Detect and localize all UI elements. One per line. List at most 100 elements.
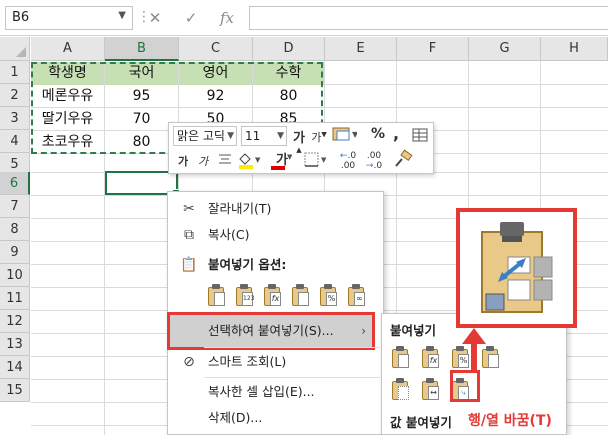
shrink-font-button[interactable]: 가▼ (311, 129, 327, 145)
italic-button[interactable]: 가 (197, 153, 209, 169)
row-header-8[interactable]: 8 (0, 218, 30, 241)
transpose-callout (456, 208, 577, 328)
font-name-value: 맑은 고딕 (177, 129, 225, 143)
paint-bucket-icon: ▼ (239, 153, 261, 169)
menu-item-cut[interactable]: ✂ 잘라내기(T) (168, 196, 385, 222)
font-name-dropdown[interactable]: 맑은 고딕 ▼ (173, 126, 237, 146)
font-size-dropdown[interactable]: 11 ▼ (241, 126, 287, 146)
menu-item-copy[interactable]: ⧉ 복사(C) (168, 222, 385, 248)
submenu-paste-title: 붙여넣기 (390, 323, 437, 338)
menu-item-copy-label: 복사(C) (208, 227, 250, 242)
row-header-11[interactable]: 11 (0, 287, 30, 310)
row-header-10[interactable]: 10 (0, 264, 30, 287)
percent-style-button[interactable]: % (371, 126, 385, 142)
paste-formulas-icon[interactable]: fx (422, 346, 440, 368)
table-icon (412, 128, 428, 142)
scissors-icon: ✂ (183, 201, 195, 217)
insert-function-button[interactable]: fx (216, 7, 238, 29)
row-header-4[interactable]: 4 (0, 130, 30, 153)
bold-button[interactable]: 가 (177, 153, 189, 169)
paste-link-icon[interactable]: ∞ (348, 284, 366, 306)
font-color-button[interactable]: 가 ▼ (269, 149, 295, 171)
paste-column-widths-icon[interactable]: ↔ (422, 378, 440, 400)
chevron-right-icon: › (361, 324, 366, 338)
format-painter-button[interactable] (393, 149, 413, 169)
mini-toolbar: 맑은 고딕 ▼ 11 ▼ 가▲ 가▼ ▼ % , 가 가 ▼ 가 ▼ ▼ ←.0.0… (168, 122, 434, 174)
accounting-format-icon: ▼ (332, 127, 359, 141)
row-header-1[interactable]: 1 (0, 61, 30, 84)
select-all-button[interactable] (0, 37, 30, 61)
accounting-format-button[interactable]: ▼ (331, 125, 359, 145)
align-center-button[interactable] (217, 151, 233, 167)
increase-decimal-hint: .0 (373, 161, 383, 171)
arrow-up-icon (462, 328, 486, 370)
row-header-3[interactable]: 3 (0, 107, 30, 130)
row-header-13[interactable]: 13 (0, 333, 30, 356)
paste-transpose-large-icon (481, 222, 553, 313)
row-header-7[interactable]: 7 (0, 195, 30, 218)
row-header-6[interactable]: 6 (0, 172, 30, 195)
svg-text:▼: ▼ (321, 156, 327, 164)
formula-input[interactable] (249, 6, 608, 30)
paste-transpose-icon[interactable] (292, 284, 310, 306)
paste-formatting-icon[interactable]: % (320, 284, 338, 306)
decrease-decimal-hint: .00 (340, 161, 356, 171)
column-header-f[interactable]: F (397, 37, 469, 61)
paste-formulas-icon[interactable]: fx (264, 284, 282, 306)
cancel-icon[interactable]: ✕ (144, 7, 166, 29)
insert-copied-label: 복사한 셀 삽입(E)... (208, 384, 315, 399)
column-header-a[interactable]: A (31, 37, 105, 61)
row-header-15[interactable]: 15 (0, 379, 30, 402)
increase-decimal-label: .0 (347, 151, 357, 161)
row-header-2[interactable]: 2 (0, 84, 30, 107)
smart-lookup-label: 스마트 조회(L) (208, 354, 287, 369)
column-header-h[interactable]: H (541, 37, 608, 61)
fill-color-button[interactable]: ▼ (237, 150, 263, 170)
menu-item-paste-special[interactable]: 선택하여 붙여넣기(S)... › (167, 312, 375, 350)
column-header-b[interactable]: B (105, 37, 179, 61)
paste-no-borders-icon[interactable] (392, 378, 410, 400)
paste-icon[interactable] (392, 346, 410, 368)
increase-decimal-button[interactable]: ←.0.00 (337, 151, 359, 171)
paste-special-label: 선택하여 붙여넣기(S)... (208, 323, 334, 338)
decrease-decimal-button[interactable]: .00 →.0 (363, 151, 385, 171)
menu-item-paste-options: 📋 붙여넣기 옵션: (168, 252, 385, 278)
search-icon: ⊘ (183, 354, 195, 370)
transpose-highlight (450, 370, 480, 402)
chevron-down-icon[interactable]: ▼ (118, 10, 126, 21)
clipboard-icon: 📋 (180, 257, 198, 273)
row-header-14[interactable]: 14 (0, 356, 30, 379)
border-icon: ▼ (304, 152, 327, 167)
format-table-button[interactable] (411, 126, 429, 144)
paste-values-icon[interactable]: 123 (236, 284, 254, 306)
row-header-9[interactable]: 9 (0, 241, 30, 264)
caret-down-icon: ▼ (321, 130, 327, 139)
delete-label: 삭제(D)... (208, 410, 263, 425)
decrease-decimal-label: .00 (366, 151, 382, 161)
menu-item-delete[interactable]: 삭제(D)... (168, 405, 385, 431)
name-box[interactable]: B6 ▼ (5, 6, 133, 30)
menu-item-cut-label: 잘라내기(T) (208, 201, 272, 216)
align-center-icon (219, 154, 231, 164)
grow-font-label: 가 (293, 131, 305, 146)
comma-style-button[interactable]: , (391, 124, 401, 143)
context-menu: ✂ 잘라내기(T) ⧉ 복사(C) 📋 붙여넣기 옵션: 123 fx % ∞ … (167, 191, 384, 435)
column-header-g[interactable]: G (469, 37, 541, 61)
borders-button[interactable]: ▼ (303, 150, 329, 170)
row-header-12[interactable]: 12 (0, 310, 30, 333)
enter-icon[interactable]: ✓ (180, 7, 202, 29)
menu-item-insert-copied[interactable]: 복사한 셀 삽입(E)... (168, 379, 385, 405)
caret-up-icon: ▲ (296, 146, 302, 154)
shrink-font-label: 가 (311, 131, 322, 144)
column-header-e[interactable]: E (325, 37, 397, 61)
column-header-d[interactable]: D (253, 37, 325, 61)
svg-text:▼: ▼ (352, 130, 357, 139)
paste-options-label: 붙여넣기 옵션: (208, 257, 287, 272)
copy-icon: ⧉ (184, 227, 194, 243)
chevron-down-icon: ▼ (277, 131, 284, 141)
menu-item-smart-lookup[interactable]: ⊘ 스마트 조회(L) (168, 349, 385, 375)
column-header-c[interactable]: C (179, 37, 253, 61)
submenu-values-title: 값 붙여넣기 (390, 415, 452, 430)
paste-icon[interactable] (208, 284, 226, 306)
chevron-down-icon: ▼ (227, 131, 234, 141)
